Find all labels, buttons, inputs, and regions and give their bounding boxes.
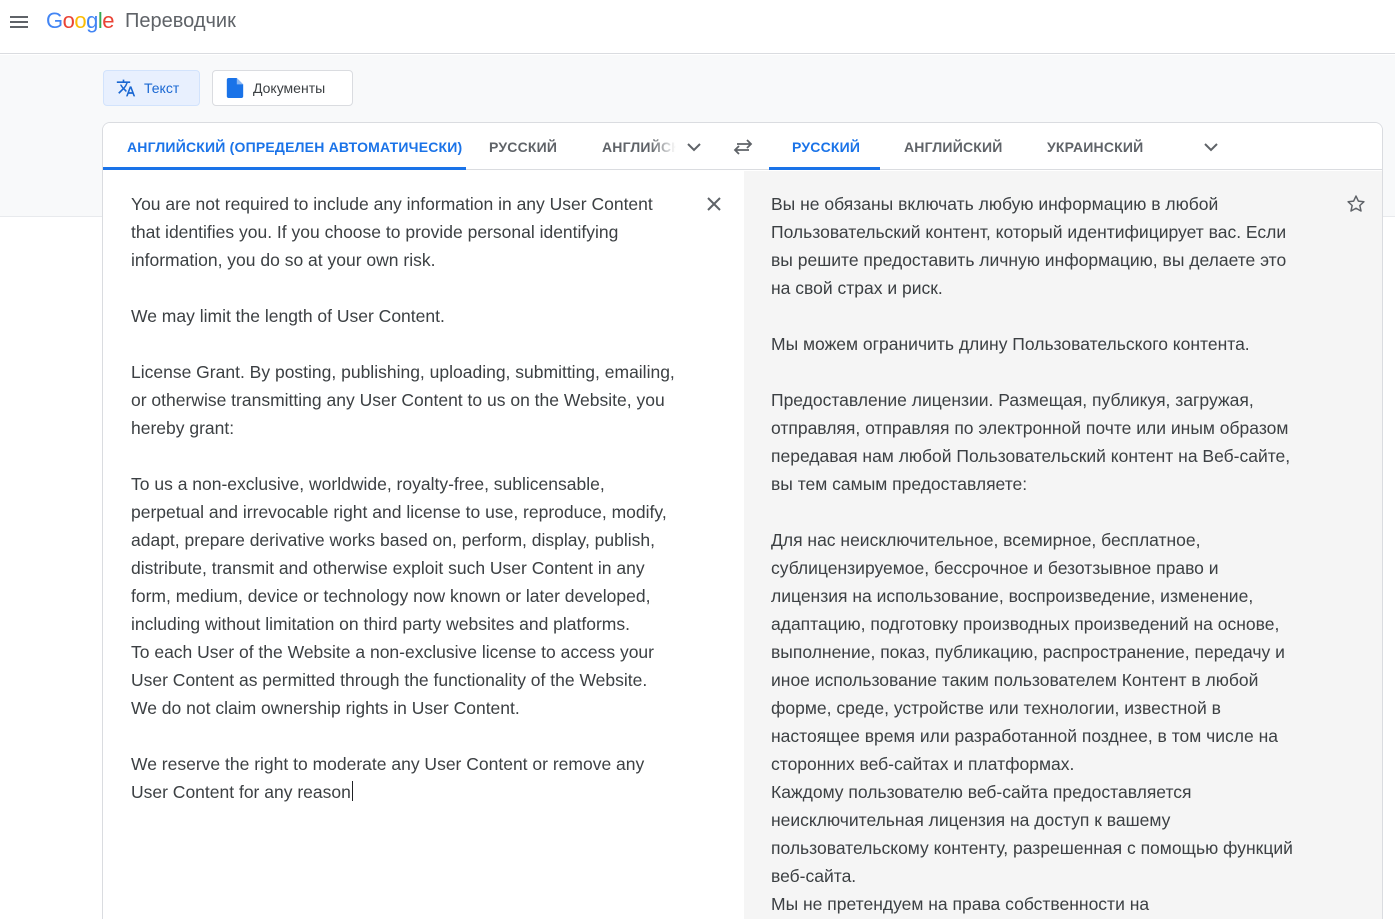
translation-line: сторонних веб-сайтах и платформах.	[771, 754, 1075, 774]
target-lang-tab-english[interactable]: АНГЛИЙСКИЙ	[904, 123, 1003, 170]
translation-line: вы тем самым предоставляете:	[771, 474, 1028, 494]
hamburger-menu-icon[interactable]	[6, 9, 32, 35]
source-pane: You are not required to include any info…	[103, 171, 744, 919]
target-lang-dropdown-chevron-down-icon[interactable]	[1199, 135, 1223, 159]
translation-line: вы решите предоставить личную информацию…	[771, 250, 1287, 270]
target-lang-tab-russian[interactable]: РУССКИЙ	[769, 123, 880, 170]
translation-pane: Вы не обязаны включать любую информацию …	[744, 171, 1382, 919]
source-lang-tab-english[interactable]: АНГЛИЙСКИЙ	[602, 123, 676, 170]
translation-output: Вы не обязаны включать любую информацию …	[771, 190, 1331, 919]
translation-line: Предоставление лицензии. Размещая, публи…	[771, 390, 1254, 410]
translation-line: Мы не претендуем на права собственности …	[771, 894, 1150, 914]
translation-paragraph: Мы можем ограничить длину Пользовательск…	[771, 330, 1331, 358]
translation-card: АНГЛИЙСКИЙ (ОПРЕДЕЛЕН АВТОМАТИЧЕСКИ) РУС…	[102, 122, 1383, 919]
source-line: We do not claim ownership rights in User…	[131, 698, 520, 718]
text-mode-label: Текст	[144, 80, 180, 96]
source-lang-dropdown-chevron-down-icon[interactable]	[682, 135, 706, 159]
source-lang-label: АНГЛИЙСКИЙ (ОПРЕДЕЛЕН АВТОМАТИЧЕСКИ)	[127, 138, 463, 155]
google-logo[interactable]: Google	[46, 8, 115, 34]
target-lang-tab-ukrainian[interactable]: УКРАИНСКИЙ	[1047, 123, 1143, 170]
translation-line: веб-сайта.	[771, 866, 857, 886]
text-mode-button[interactable]: Текст	[103, 70, 200, 106]
translation-line: Каждому пользователю веб-сайта предостав…	[771, 782, 1192, 802]
text-cursor	[351, 781, 353, 801]
source-lang-label: РУССКИЙ	[489, 138, 558, 155]
source-lang-tab-russian[interactable]: РУССКИЙ	[489, 123, 557, 170]
translation-line: адаптацию, подготовку производных произв…	[771, 614, 1280, 634]
source-line: including without limitation on third pa…	[131, 614, 630, 634]
translation-paragraph: Предоставление лицензии. Размещая, публи…	[771, 386, 1331, 498]
translation-line: пользовательскому контенту, разрешенная …	[771, 838, 1293, 858]
source-line: User Content as permitted through the fu…	[131, 670, 648, 690]
documents-mode-button[interactable]: Документы	[212, 70, 353, 106]
translation-line: неисключительная лицензия на доступ к ва…	[771, 810, 1171, 830]
source-line: We may limit the length of User Content.	[131, 306, 445, 326]
documents-mode-label: Документы	[253, 80, 326, 96]
source-paragraph: We reserve the right to moderate any Use…	[131, 750, 701, 806]
source-line: or otherwise transmitting any User Conte…	[131, 390, 665, 410]
source-line: hereby grant:	[131, 418, 235, 438]
source-line: To each User of the Website a non-exclus…	[131, 642, 654, 662]
translation-line: форме, среде, устройстве или технологии,…	[771, 698, 1221, 718]
source-text-input[interactable]: You are not required to include any info…	[131, 190, 701, 834]
translation-line: Для нас неисключительное, всемирное, бес…	[771, 530, 1201, 550]
source-line: We reserve the right to moderate any Use…	[131, 754, 645, 774]
translation-line: отправляя, отправляя по электронной почт…	[771, 418, 1289, 438]
source-line: User Content for any reason	[131, 782, 351, 802]
source-line: information, you do so at your own risk.	[131, 250, 436, 270]
app-header: Google Переводчик	[0, 0, 1395, 54]
source-line: form, medium, device or technology now k…	[131, 586, 651, 606]
language-bar: АНГЛИЙСКИЙ (ОПРЕДЕЛЕН АВТОМАТИЧЕСКИ) РУС…	[103, 123, 1382, 170]
swap-languages-icon[interactable]	[731, 135, 755, 159]
translation-paragraph: Вы не обязаны включать любую информацию …	[771, 190, 1331, 302]
source-line: adapt, prepare derivative works based on…	[131, 530, 655, 550]
source-line: License Grant. By posting, publishing, u…	[131, 362, 675, 382]
translation-line: Пользовательский контент, который иденти…	[771, 222, 1287, 242]
source-lang-label: АНГЛИЙСКИЙ	[602, 138, 676, 155]
translation-line: передавая нам любой Пользовательский кон…	[771, 446, 1291, 466]
source-line: that identifies you. If you choose to pr…	[131, 222, 619, 242]
translation-line: иное использование таким пользователем К…	[771, 670, 1259, 690]
source-paragraph: License Grant. By posting, publishing, u…	[131, 358, 701, 442]
translation-line: сублицензируемое, бессрочное и безотзывн…	[771, 558, 1219, 578]
translation-line: выполнение, показ, публикацию, распростр…	[771, 642, 1285, 662]
translation-line: настоящее время или разработанной поздне…	[771, 726, 1279, 746]
save-translation-star-icon[interactable]	[1343, 191, 1369, 217]
target-lang-label: УКРАИНСКИЙ	[1047, 138, 1144, 155]
target-lang-label: РУССКИЙ	[792, 138, 861, 155]
source-lang-tab-detected[interactable]: АНГЛИЙСКИЙ (ОПРЕДЕЛЕН АВТОМАТИЧЕСКИ)	[103, 123, 466, 170]
source-paragraph: We may limit the length of User Content.	[131, 302, 701, 330]
translate-icon	[116, 78, 136, 98]
source-line: perpetual and irrevocable right and lice…	[131, 502, 667, 522]
app-title[interactable]: Переводчик	[125, 10, 236, 33]
document-icon	[225, 78, 245, 98]
target-lang-label: АНГЛИЙСКИЙ	[904, 138, 1003, 155]
source-line: You are not required to include any info…	[131, 194, 653, 214]
clear-source-close-icon[interactable]	[701, 191, 727, 217]
translation-paragraph: Для нас неисключительное, всемирное, бес…	[771, 526, 1331, 918]
source-line: distribute, transmit and otherwise explo…	[131, 558, 645, 578]
translation-line: Мы можем ограничить длину Пользовательск…	[771, 334, 1250, 354]
translation-line: на свой страх и риск.	[771, 278, 943, 298]
source-paragraph: To us a non-exclusive, worldwide, royalt…	[131, 470, 701, 722]
translation-line: лицензия на использование, воспроизведен…	[771, 586, 1254, 606]
source-paragraph: You are not required to include any info…	[131, 190, 701, 274]
source-line: To us a non-exclusive, worldwide, royalt…	[131, 474, 605, 494]
translation-line: Вы не обязаны включать любую информацию …	[771, 194, 1219, 214]
